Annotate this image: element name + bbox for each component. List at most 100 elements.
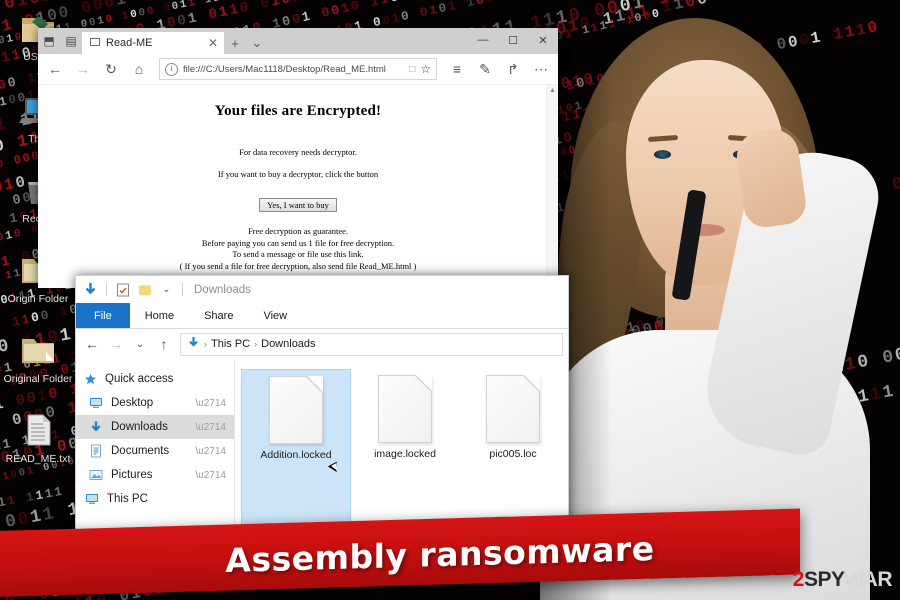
desktop-icon-label: READ_ME.txt: [0, 454, 76, 465]
sidebar-item-label: Quick access: [105, 373, 173, 385]
sidebar-item-label: Downloads: [111, 421, 168, 433]
new-folder-icon[interactable]: [136, 281, 153, 298]
breadcrumb-separator: ›: [204, 339, 207, 349]
explorer-up-button[interactable]: ↑: [153, 333, 175, 355]
explorer-ribbon-tabs: File Home Share View: [76, 303, 568, 329]
guarantee-line-4: ( If you send a file for free decryption…: [38, 261, 558, 273]
sidebar-item-pictures[interactable]: Pictures \u2714: [76, 463, 234, 487]
ransom-note-heading: Your files are Encrypted!: [38, 103, 558, 120]
locked-file-icon: [378, 375, 432, 443]
sidebar-item-label: Documents: [111, 445, 169, 457]
breadcrumb-downloads[interactable]: Downloads: [261, 338, 315, 350]
breadcrumb-separator: ›: [254, 339, 257, 349]
guarantee-line-3: To send a message or file use this link.: [38, 249, 558, 261]
reading-view-icon[interactable]: □: [409, 64, 415, 75]
file-explorer-window: ⌄ Downloads File Home Share View ← → ⌄ ↑…: [75, 275, 569, 545]
breadcrumb[interactable]: › This PC › Downloads: [180, 332, 563, 356]
desktop-icon-label: Original Folder: [2, 374, 74, 385]
downloads-arrow-icon: [187, 336, 200, 352]
toolbar-divider: [106, 283, 107, 296]
desktop-icon-read-me-txt[interactable]: READ_ME.txt: [0, 410, 76, 465]
sidebar-item-downloads[interactable]: Downloads \u2714: [76, 415, 234, 439]
hub-icon[interactable]: ≡: [444, 56, 470, 82]
edge-browser-window: ⬒ ▤ Read-ME ✕ + ⌄ — ☐ ✕ ← → ↻ ⌂ i file:/…: [38, 28, 558, 288]
folder-icon: [2, 330, 74, 372]
site-info-icon[interactable]: i: [165, 62, 178, 76]
sidebar-item-label: Desktop: [111, 397, 153, 409]
file-item[interactable]: image.locked: [351, 369, 459, 539]
home-button[interactable]: ⌂: [126, 56, 152, 82]
this-pc-icon: [84, 491, 100, 507]
ribbon-tab-view[interactable]: View: [248, 303, 302, 328]
refresh-button[interactable]: ↻: [98, 56, 124, 82]
locked-file-icon: [269, 376, 323, 444]
pin-icon[interactable]: \u2714: [195, 422, 226, 433]
properties-icon[interactable]: [114, 281, 131, 298]
desktop-icon-original-folder[interactable]: Original Folder: [2, 330, 74, 385]
ribbon-tab-home[interactable]: Home: [130, 303, 189, 328]
ransom-note: Your files are Encrypted! For data recov…: [38, 85, 558, 288]
file-name: image.locked: [353, 448, 457, 460]
tabs-you-set-aside-icon[interactable]: ▤: [60, 28, 82, 54]
ribbon-tab-share[interactable]: Share: [189, 303, 248, 328]
guarantee-line-2: Before paying you can send us 1 file for…: [38, 238, 558, 250]
tab-favicon: [90, 37, 100, 50]
sidebar-item-desktop[interactable]: Desktop \u2714: [76, 391, 234, 415]
explorer-back-button[interactable]: ←: [81, 333, 103, 355]
web-notes-icon[interactable]: ✎: [472, 56, 498, 82]
sidebar-item-label: This PC: [107, 493, 148, 505]
ransom-note-line-2: If you want to buy a decryptor, click th…: [38, 168, 558, 180]
watermark: 2SPYWAR: [793, 568, 893, 592]
forward-button[interactable]: →: [70, 56, 96, 82]
url-text: file:///C:/Users/Mac1118/Desktop/Read_ME…: [183, 64, 404, 75]
browser-window-controls: — ☐ ✕: [468, 28, 558, 52]
tab-title: Read-ME: [106, 37, 152, 49]
explorer-forward-button[interactable]: →: [105, 333, 127, 355]
recent-locations-icon[interactable]: ⌄: [129, 333, 151, 355]
sidebar-item-documents[interactable]: Documents \u2714: [76, 439, 234, 463]
downloads-arrow-icon: [88, 419, 104, 435]
new-tab-button[interactable]: +: [224, 32, 246, 54]
pin-icon[interactable]: \u2714: [195, 446, 226, 457]
file-name: Addition.locked: [244, 449, 348, 461]
desktop-icon-label: Origin Folder: [2, 294, 74, 305]
explorer-title-bar: ⌄ Downloads: [76, 276, 568, 303]
close-button[interactable]: ✕: [528, 28, 558, 52]
documents-icon: [88, 443, 104, 459]
browser-tab-strip: ⬒ ▤ Read-ME ✕ + ⌄ — ☐ ✕: [38, 28, 558, 54]
explorer-title: Downloads: [194, 284, 251, 296]
star-icon: [82, 371, 98, 387]
share-icon[interactable]: ↱: [500, 56, 526, 82]
browser-tab[interactable]: Read-ME ✕: [82, 32, 224, 54]
favorite-star-icon[interactable]: ☆: [420, 62, 431, 76]
pin-icon[interactable]: \u2714: [195, 398, 226, 409]
buy-decryptor-button[interactable]: Yes, I want to buy: [259, 198, 337, 212]
set-aside-tabs-icon[interactable]: ⬒: [38, 28, 60, 54]
customize-dropdown-icon[interactable]: ⌄: [158, 281, 175, 298]
browser-scrollbar[interactable]: ▲: [546, 85, 558, 288]
back-button[interactable]: ←: [42, 56, 68, 82]
ribbon-tab-file[interactable]: File: [76, 303, 130, 328]
maximize-button[interactable]: ☐: [498, 28, 528, 52]
breadcrumb-this-pc[interactable]: This PC: [211, 338, 250, 350]
pin-icon[interactable]: \u2714: [195, 470, 226, 481]
watermark-part-1: 2: [793, 568, 805, 591]
address-bar[interactable]: i file:///C:/Users/Mac1118/Desktop/Read_…: [159, 58, 437, 80]
watermark-part-3: WAR: [845, 568, 893, 591]
browser-navigation-bar: ← → ↻ ⌂ i file:///C:/Users/Mac1118/Deskt…: [38, 54, 558, 85]
tab-close-icon[interactable]: ✕: [208, 36, 218, 50]
downloads-icon[interactable]: [82, 281, 99, 298]
ransom-note-line-1: For data recovery needs decryptor.: [38, 146, 558, 158]
chevron-down-icon[interactable]: ⌄: [246, 32, 268, 54]
desktop-icon: [88, 395, 104, 411]
sidebar-item-this-pc[interactable]: This PC: [76, 487, 234, 511]
file-item[interactable]: pic005.loc: [459, 369, 567, 539]
file-item[interactable]: Addition.locked: [241, 369, 351, 539]
more-options-icon[interactable]: ⋯: [528, 56, 554, 82]
explorer-address-bar: ← → ⌄ ↑ › This PC › Downloads: [76, 329, 568, 359]
browser-content-area: Your files are Encrypted! For data recov…: [38, 85, 558, 288]
sidebar-item-quick-access[interactable]: Quick access: [76, 367, 234, 391]
scroll-up-arrow[interactable]: ▲: [547, 85, 558, 96]
minimize-button[interactable]: —: [468, 28, 498, 52]
sidebar-item-label: Pictures: [111, 469, 153, 481]
